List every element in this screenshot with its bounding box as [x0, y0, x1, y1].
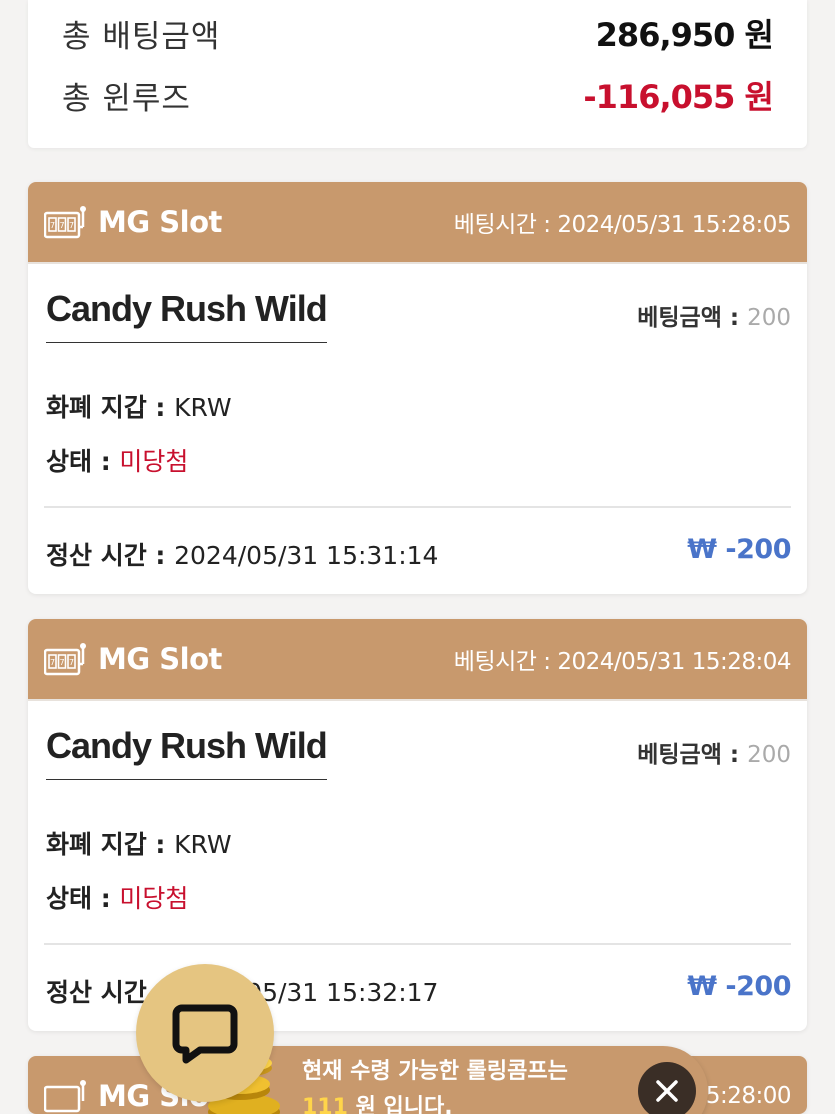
svg-text:7: 7	[50, 221, 55, 230]
summary-card: 총 배팅금액 286,950 원 총 윈루즈 -116,055 원	[28, 0, 807, 148]
bet-card[interactable]: 7 7 7 MG Slot 베팅시간 : 2024/05/31 15:28:05…	[28, 182, 807, 594]
bet-status: 상태 : 미당첨	[46, 447, 189, 476]
provider-name: MG Slot	[98, 205, 222, 239]
currency-wallet: 화폐 지갑 : KRW	[46, 830, 232, 859]
total-winloss-value: -116,055 원	[583, 78, 774, 116]
bet-card-header: 7 7 7 MG Slot 베팅시간 : 2024/05/31 15:28:04	[28, 619, 807, 701]
total-bet-value: 286,950 원	[595, 16, 774, 54]
rolling-comp-amount: 111	[302, 1095, 348, 1114]
settle-time: 정산 시간 : 2024/05/31 15:31:14	[46, 541, 439, 570]
slot-machine-icon: 7 7 7	[44, 643, 86, 676]
bet-card-header: 7 7 7 MG Slot 베팅시간 : 2024/05/31 15:28:05	[28, 182, 807, 264]
rolling-comp-message: 현재 수령 가능한 롤링콤프는 111 원 입니다.	[302, 1054, 568, 1114]
total-winloss-label: 총 윈루즈	[62, 80, 191, 117]
bet-status: 상태 : 미당첨	[46, 884, 189, 913]
close-toast-button[interactable]	[638, 1062, 696, 1114]
svg-text:7: 7	[69, 658, 74, 667]
chat-button[interactable]	[136, 964, 274, 1102]
bet-amount: 베팅금액 : 200	[637, 305, 791, 331]
bet-amount: 베팅금액 : 200	[637, 742, 791, 768]
total-winloss-row: 총 윈루즈 -116,055 원	[62, 72, 774, 118]
rolling-comp-toast[interactable]: 현재 수령 가능한 롤링콤프는 111 원 입니다.	[208, 1046, 708, 1114]
bet-card[interactable]: 7 7 7 MG Slot 베팅시간 : 2024/05/31 15:28:04…	[28, 619, 807, 1031]
svg-text:7: 7	[59, 658, 64, 667]
slot-machine-icon	[44, 1080, 86, 1113]
currency-wallet: 화폐 지갑 : KRW	[46, 393, 232, 422]
game-name: Candy Rush Wild	[46, 288, 328, 343]
chat-bubble-icon	[172, 1004, 238, 1064]
svg-text:7: 7	[69, 221, 74, 230]
svg-text:7: 7	[50, 658, 55, 667]
slot-machine-icon: 7 7 7	[44, 206, 86, 239]
bet-time: 베팅시간 : 2024/05/31 15:28:04	[453, 649, 792, 675]
provider-name: MG Slot	[98, 642, 222, 676]
bet-time: 베팅시간 : 2024/05/31 15:28:05	[453, 212, 792, 238]
game-name: Candy Rush Wild	[46, 725, 328, 780]
close-icon	[656, 1080, 678, 1102]
payout-amount: ₩ -200	[687, 534, 791, 565]
payout-amount: ₩ -200	[687, 971, 791, 1002]
total-bet-row: 총 배팅금액 286,950 원	[62, 10, 774, 56]
divider	[44, 943, 791, 945]
total-bet-label: 총 배팅금액	[62, 18, 221, 55]
divider	[44, 506, 791, 508]
svg-text:7: 7	[59, 221, 64, 230]
